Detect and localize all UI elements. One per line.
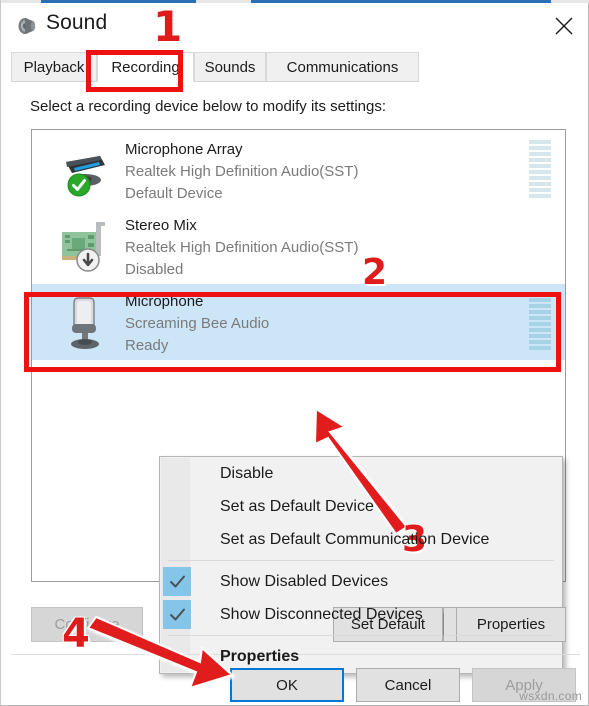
device-status: Ready <box>125 337 169 354</box>
device-name: Microphone <box>125 293 204 310</box>
device-name: Stereo Mix <box>125 217 197 234</box>
menu-item-label: Show Disabled Devices <box>220 572 389 590</box>
device-description: Realtek High Definition Audio(SST) <box>125 163 359 180</box>
title-bar: Sound <box>1 3 588 48</box>
instruction-text: Select a recording device below to modif… <box>30 98 387 115</box>
tab-recording[interactable]: Recording <box>97 52 194 82</box>
menu-item-label: Set as Default Device <box>220 497 374 515</box>
menu-item-label: Properties <box>220 647 300 665</box>
tab-playback-label: Playback <box>23 58 85 76</box>
tab-recording-label: Recording <box>111 58 180 76</box>
tab-communications[interactable]: Communications <box>266 52 419 82</box>
menu-item-label: Show Disconnected Devices <box>220 605 423 623</box>
tab-sounds[interactable]: Sounds <box>194 52 266 82</box>
device-status: Disabled <box>125 261 184 278</box>
device-name: Microphone Array <box>125 141 243 158</box>
menu-item-set-as-default-communication-device[interactable]: Set as Default Communication Device <box>160 523 562 556</box>
menu-item-disable[interactable]: Disable <box>160 457 562 490</box>
device-context-menu[interactable]: Disable Set as Default Device Set as Def… <box>159 456 563 674</box>
close-icon[interactable] <box>540 3 588 48</box>
split-button-divider <box>443 613 444 636</box>
menu-item-properties[interactable]: Properties <box>160 640 562 673</box>
device-description: Screaming Bee Audio <box>125 315 270 332</box>
cancel-button-label: Cancel <box>384 676 432 694</box>
menu-item-show-disabled-devices[interactable]: Show Disabled Devices <box>160 565 562 598</box>
desktop-microphone-icon <box>58 292 118 352</box>
ok-button-label: OK <box>276 676 298 694</box>
tab-sounds-label: Sounds <box>204 58 256 76</box>
configure-button-label: Configure <box>54 616 120 633</box>
window-title: Sound <box>46 11 108 34</box>
menu-item-label: Disable <box>220 464 274 482</box>
sound-card-icon <box>58 216 118 276</box>
device-status: Default Device <box>125 185 223 202</box>
level-meter <box>529 140 551 200</box>
tab-strip: Playback Recording Sounds Communications <box>11 52 580 83</box>
device-row-microphone-array[interactable]: Microphone Array Realtek High Definition… <box>32 132 565 208</box>
device-description: Realtek High Definition Audio(SST) <box>125 239 359 256</box>
microphone-array-icon <box>58 140 118 200</box>
check-icon <box>169 606 186 623</box>
level-meter <box>529 292 551 352</box>
device-row-stereo-mix[interactable]: Stereo Mix Realtek High Definition Audio… <box>32 208 565 284</box>
tab-panel-recording: Select a recording device below to modif… <box>11 82 580 674</box>
tab-communications-label: Communications <box>286 58 399 76</box>
menu-separator <box>168 560 554 561</box>
tab-playback[interactable]: Playback <box>11 52 97 82</box>
menu-item-set-as-default-device[interactable]: Set as Default Device <box>160 490 562 523</box>
cancel-button[interactable]: Cancel <box>356 668 460 702</box>
sound-dialog-window: Sound Playback Recording Sounds Communic… <box>0 0 589 706</box>
menu-item-label: Set as Default Communication Device <box>220 530 490 548</box>
watermark: wsxdn.com <box>519 689 582 703</box>
speaker-icon <box>15 14 39 38</box>
menu-separator <box>168 635 554 636</box>
device-row-microphone[interactable]: Microphone Screaming Bee Audio Ready <box>32 284 565 360</box>
check-icon <box>169 573 186 590</box>
configure-button[interactable]: Configure <box>31 607 143 642</box>
menu-item-show-disconnected-devices[interactable]: Show Disconnected Devices <box>160 598 562 631</box>
ok-button[interactable]: OK <box>230 668 344 702</box>
